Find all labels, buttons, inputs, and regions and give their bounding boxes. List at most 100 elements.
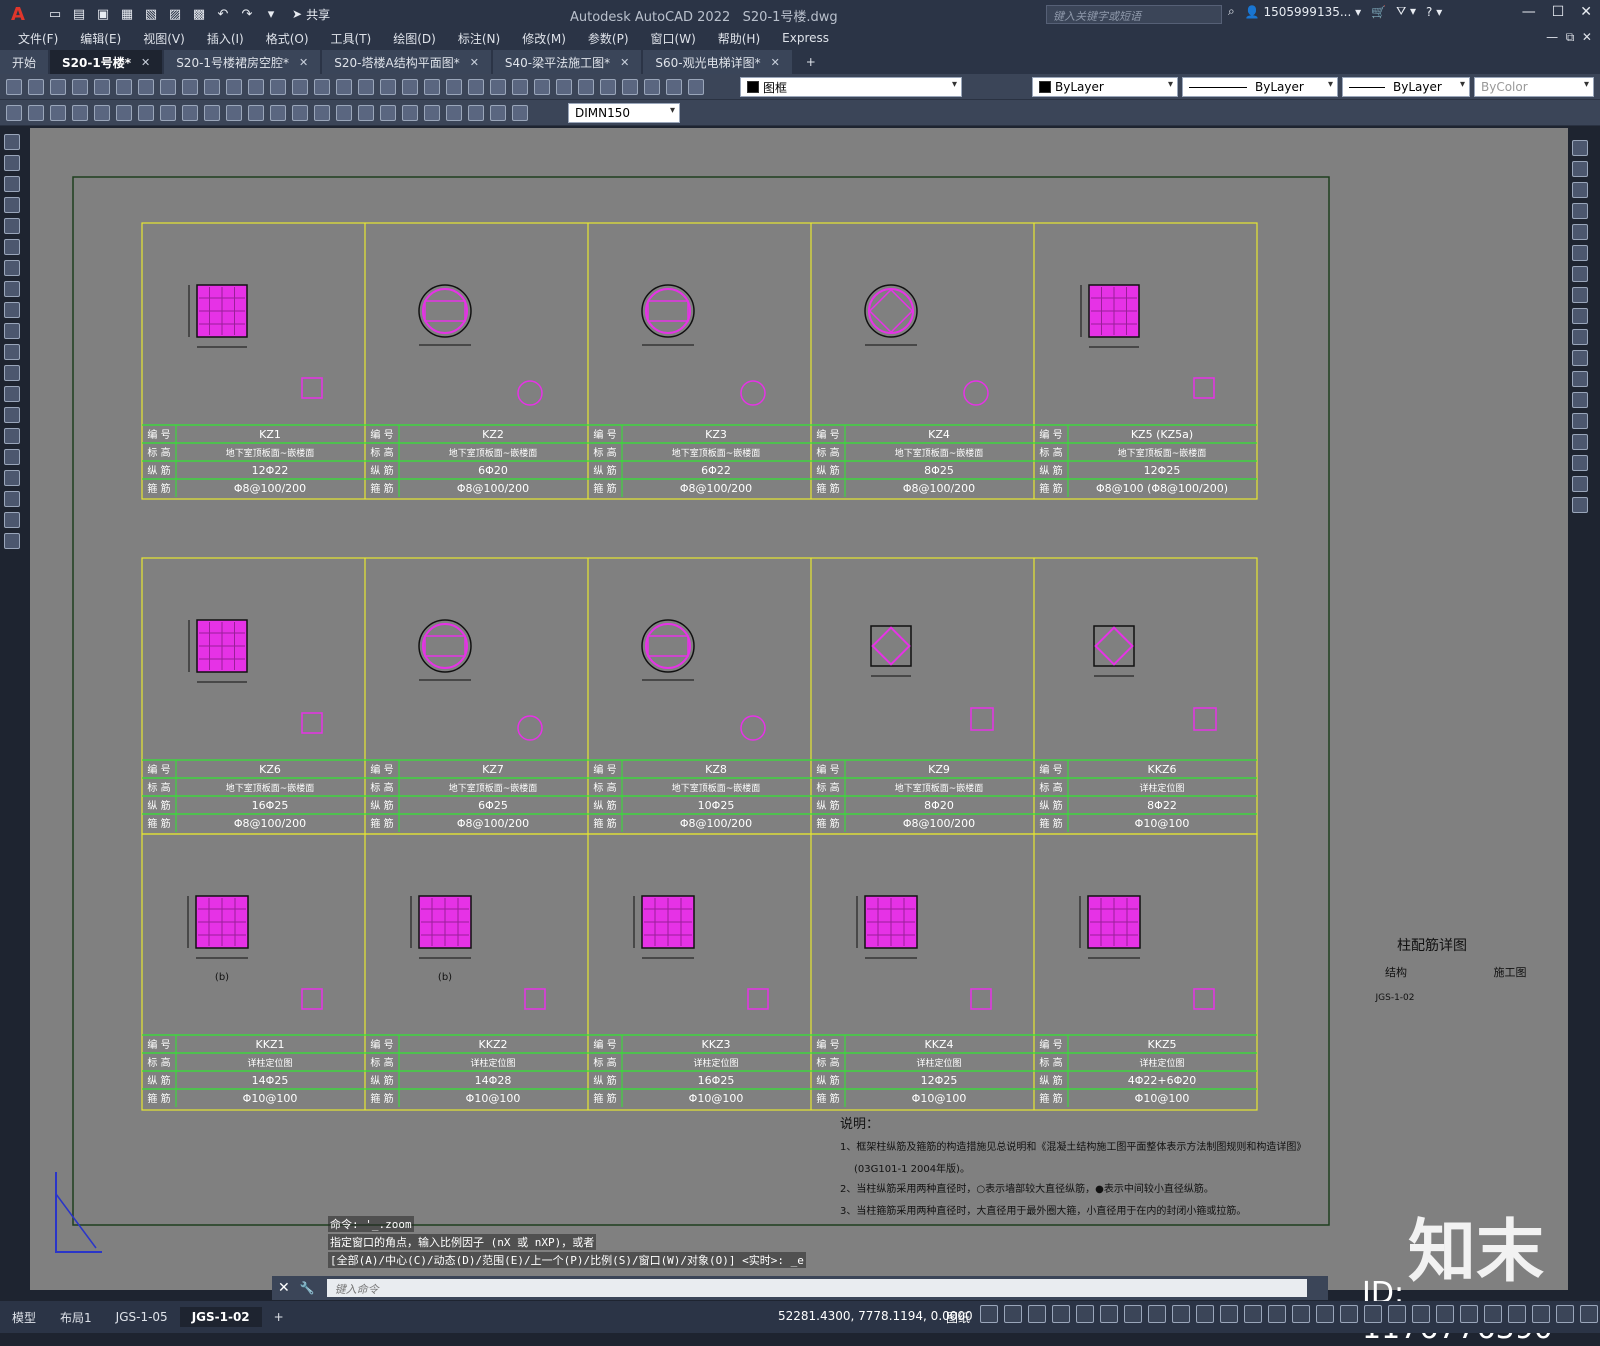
status-toggle-icon[interactable] — [1196, 1305, 1214, 1323]
status-toggle-icon[interactable] — [1076, 1305, 1094, 1323]
file-tab[interactable]: S20-1号楼* ✕ — [50, 50, 163, 74]
layout-tab[interactable]: JGS-1-05 — [104, 1307, 180, 1327]
toolbar-tool-icon[interactable] — [116, 78, 132, 95]
toolbar-tool-icon[interactable] — [578, 78, 594, 95]
toolbar-tool-icon[interactable] — [28, 78, 44, 95]
file-tab[interactable]: S60-观光电梯详图* ✕ — [643, 50, 792, 74]
search-input[interactable]: 键入关键字或短语 — [1046, 5, 1222, 24]
toolbar-tool-icon[interactable] — [534, 78, 550, 95]
toolbar-tool-icon[interactable] — [336, 104, 352, 121]
menu-item[interactable]: 工具(T) — [331, 30, 372, 47]
menu-item[interactable]: 视图(V) — [143, 30, 185, 47]
draw-tool-icon[interactable] — [4, 197, 20, 213]
draw-tool-icon[interactable] — [4, 365, 20, 381]
toolbar-tool-icon[interactable] — [292, 104, 308, 121]
toolbar-tool-icon[interactable] — [182, 78, 198, 95]
help-icon[interactable]: ? ▾ — [1426, 5, 1442, 19]
toolbar-tool-icon[interactable] — [446, 78, 462, 95]
draw-tool-icon[interactable] — [4, 176, 20, 192]
layout-tab[interactable]: JGS-1-02 — [179, 1307, 262, 1327]
linetype-dropdown[interactable]: ByLayer ▾ — [1182, 77, 1338, 97]
export-icon[interactable]: ▨ — [166, 5, 184, 23]
maximize-icon[interactable]: ☐ — [1552, 4, 1565, 20]
status-toggle-icon[interactable] — [1388, 1305, 1406, 1323]
status-toggle-icon[interactable] — [1484, 1305, 1502, 1323]
status-toggle-icon[interactable] — [1412, 1305, 1430, 1323]
draw-tool-icon[interactable] — [4, 281, 20, 297]
draw-tool-icon[interactable] — [4, 407, 20, 423]
modify-tool-icon[interactable] — [1572, 371, 1588, 387]
toolbar-tool-icon[interactable] — [6, 104, 22, 121]
menu-item[interactable]: 文件(F) — [18, 30, 58, 47]
toolbar-tool-icon[interactable] — [402, 104, 418, 121]
menu-item[interactable]: 编辑(E) — [80, 30, 121, 47]
toolbar-tool-icon[interactable] — [402, 78, 418, 95]
draw-tool-icon[interactable] — [4, 323, 20, 339]
autocad-logo-icon[interactable]: A — [0, 0, 36, 28]
close-icon[interactable]: ✕ — [771, 56, 780, 69]
status-toggle-icon[interactable] — [1436, 1305, 1454, 1323]
draw-tool-icon[interactable] — [4, 386, 20, 402]
add-layout-button[interactable]: + — [262, 1307, 296, 1327]
toolbar-tool-icon[interactable] — [424, 104, 440, 121]
layout-tab[interactable]: 模型 — [0, 1306, 48, 1329]
toolbar-tool-icon[interactable] — [600, 78, 616, 95]
menu-item[interactable]: 格式(O) — [266, 30, 309, 47]
toolbar-tool-icon[interactable] — [226, 104, 242, 121]
toolbar-tool-icon[interactable] — [204, 104, 220, 121]
toolbar-tool-icon[interactable] — [468, 104, 484, 121]
status-toggle-icon[interactable] — [1340, 1305, 1358, 1323]
new-tab-button[interactable]: + — [794, 50, 828, 74]
modify-tool-icon[interactable] — [1572, 140, 1588, 156]
draw-tool-icon[interactable] — [4, 260, 20, 276]
modify-tool-icon[interactable] — [1572, 476, 1588, 492]
close-icon[interactable]: ✕ — [470, 56, 479, 69]
modify-tool-icon[interactable] — [1572, 182, 1588, 198]
menu-item[interactable]: 绘图(D) — [393, 30, 436, 47]
modify-tool-icon[interactable] — [1572, 287, 1588, 303]
drawing-canvas[interactable]: 编 号标 高纵 筋箍 筋 KZ1 地下室顶板面~嵌楼面 12Φ22 Φ8@100/200… — [30, 128, 1568, 1290]
layer-dropdown[interactable]: 图框 ▾ — [740, 77, 962, 97]
user-account[interactable]: 👤 1505999135... ▾ — [1245, 5, 1361, 19]
toolbar-tool-icon[interactable] — [138, 104, 154, 121]
status-toggle-icon[interactable] — [1460, 1305, 1478, 1323]
modify-tool-icon[interactable] — [1572, 434, 1588, 450]
customize-icon[interactable]: 🔧 — [300, 1281, 315, 1295]
doc-window-controls[interactable]: — ⧉ ✕ — [1546, 30, 1592, 45]
status-toggle-icon[interactable] — [1028, 1305, 1046, 1323]
toolbar-tool-icon[interactable] — [50, 104, 66, 121]
draw-tool-icon[interactable] — [4, 155, 20, 171]
draw-tool-icon[interactable] — [4, 533, 20, 549]
toolbar-tool-icon[interactable] — [358, 78, 374, 95]
close-icon[interactable]: ✕ — [141, 56, 150, 69]
toolbar-tool-icon[interactable] — [6, 78, 22, 95]
toolbar-tool-icon[interactable] — [512, 78, 528, 95]
lineweight-dropdown[interactable]: ByLayer ▾ — [1342, 77, 1470, 97]
modify-tool-icon[interactable] — [1572, 161, 1588, 177]
status-toggle-icon[interactable] — [1364, 1305, 1382, 1323]
modify-tool-icon[interactable] — [1572, 224, 1588, 240]
modify-tool-icon[interactable] — [1572, 329, 1588, 345]
publish-icon[interactable]: ▧ — [142, 5, 160, 23]
toolbar-tool-icon[interactable] — [248, 78, 264, 95]
plot-icon[interactable]: ▩ — [190, 5, 208, 23]
toolbar-tool-icon[interactable] — [292, 78, 308, 95]
toolbar-tool-icon[interactable] — [116, 104, 132, 121]
close-icon[interactable]: ✕ — [299, 56, 308, 69]
toolbar-tool-icon[interactable] — [270, 78, 286, 95]
toolbar-tool-icon[interactable] — [336, 78, 352, 95]
menu-item[interactable]: 帮助(H) — [718, 30, 760, 47]
file-tab[interactable]: S40-梁平法施工图* ✕ — [492, 50, 642, 74]
command-input[interactable]: 键入命令 — [326, 1279, 1307, 1297]
status-toggle-icon[interactable] — [1556, 1305, 1574, 1323]
modify-tool-icon[interactable] — [1572, 245, 1588, 261]
draw-tool-icon[interactable] — [4, 470, 20, 486]
plotstyle-dropdown[interactable]: ByColor ▾ — [1474, 77, 1594, 97]
color-dropdown[interactable]: ByLayer ▾ — [1032, 77, 1178, 97]
toolbar-tool-icon[interactable] — [424, 78, 440, 95]
status-toggle-icon[interactable] — [1220, 1305, 1238, 1323]
toolbar-tool-icon[interactable] — [490, 104, 506, 121]
modify-tool-icon[interactable] — [1572, 455, 1588, 471]
menu-item[interactable]: 标注(N) — [458, 30, 500, 47]
status-toggle-icon[interactable] — [1172, 1305, 1190, 1323]
